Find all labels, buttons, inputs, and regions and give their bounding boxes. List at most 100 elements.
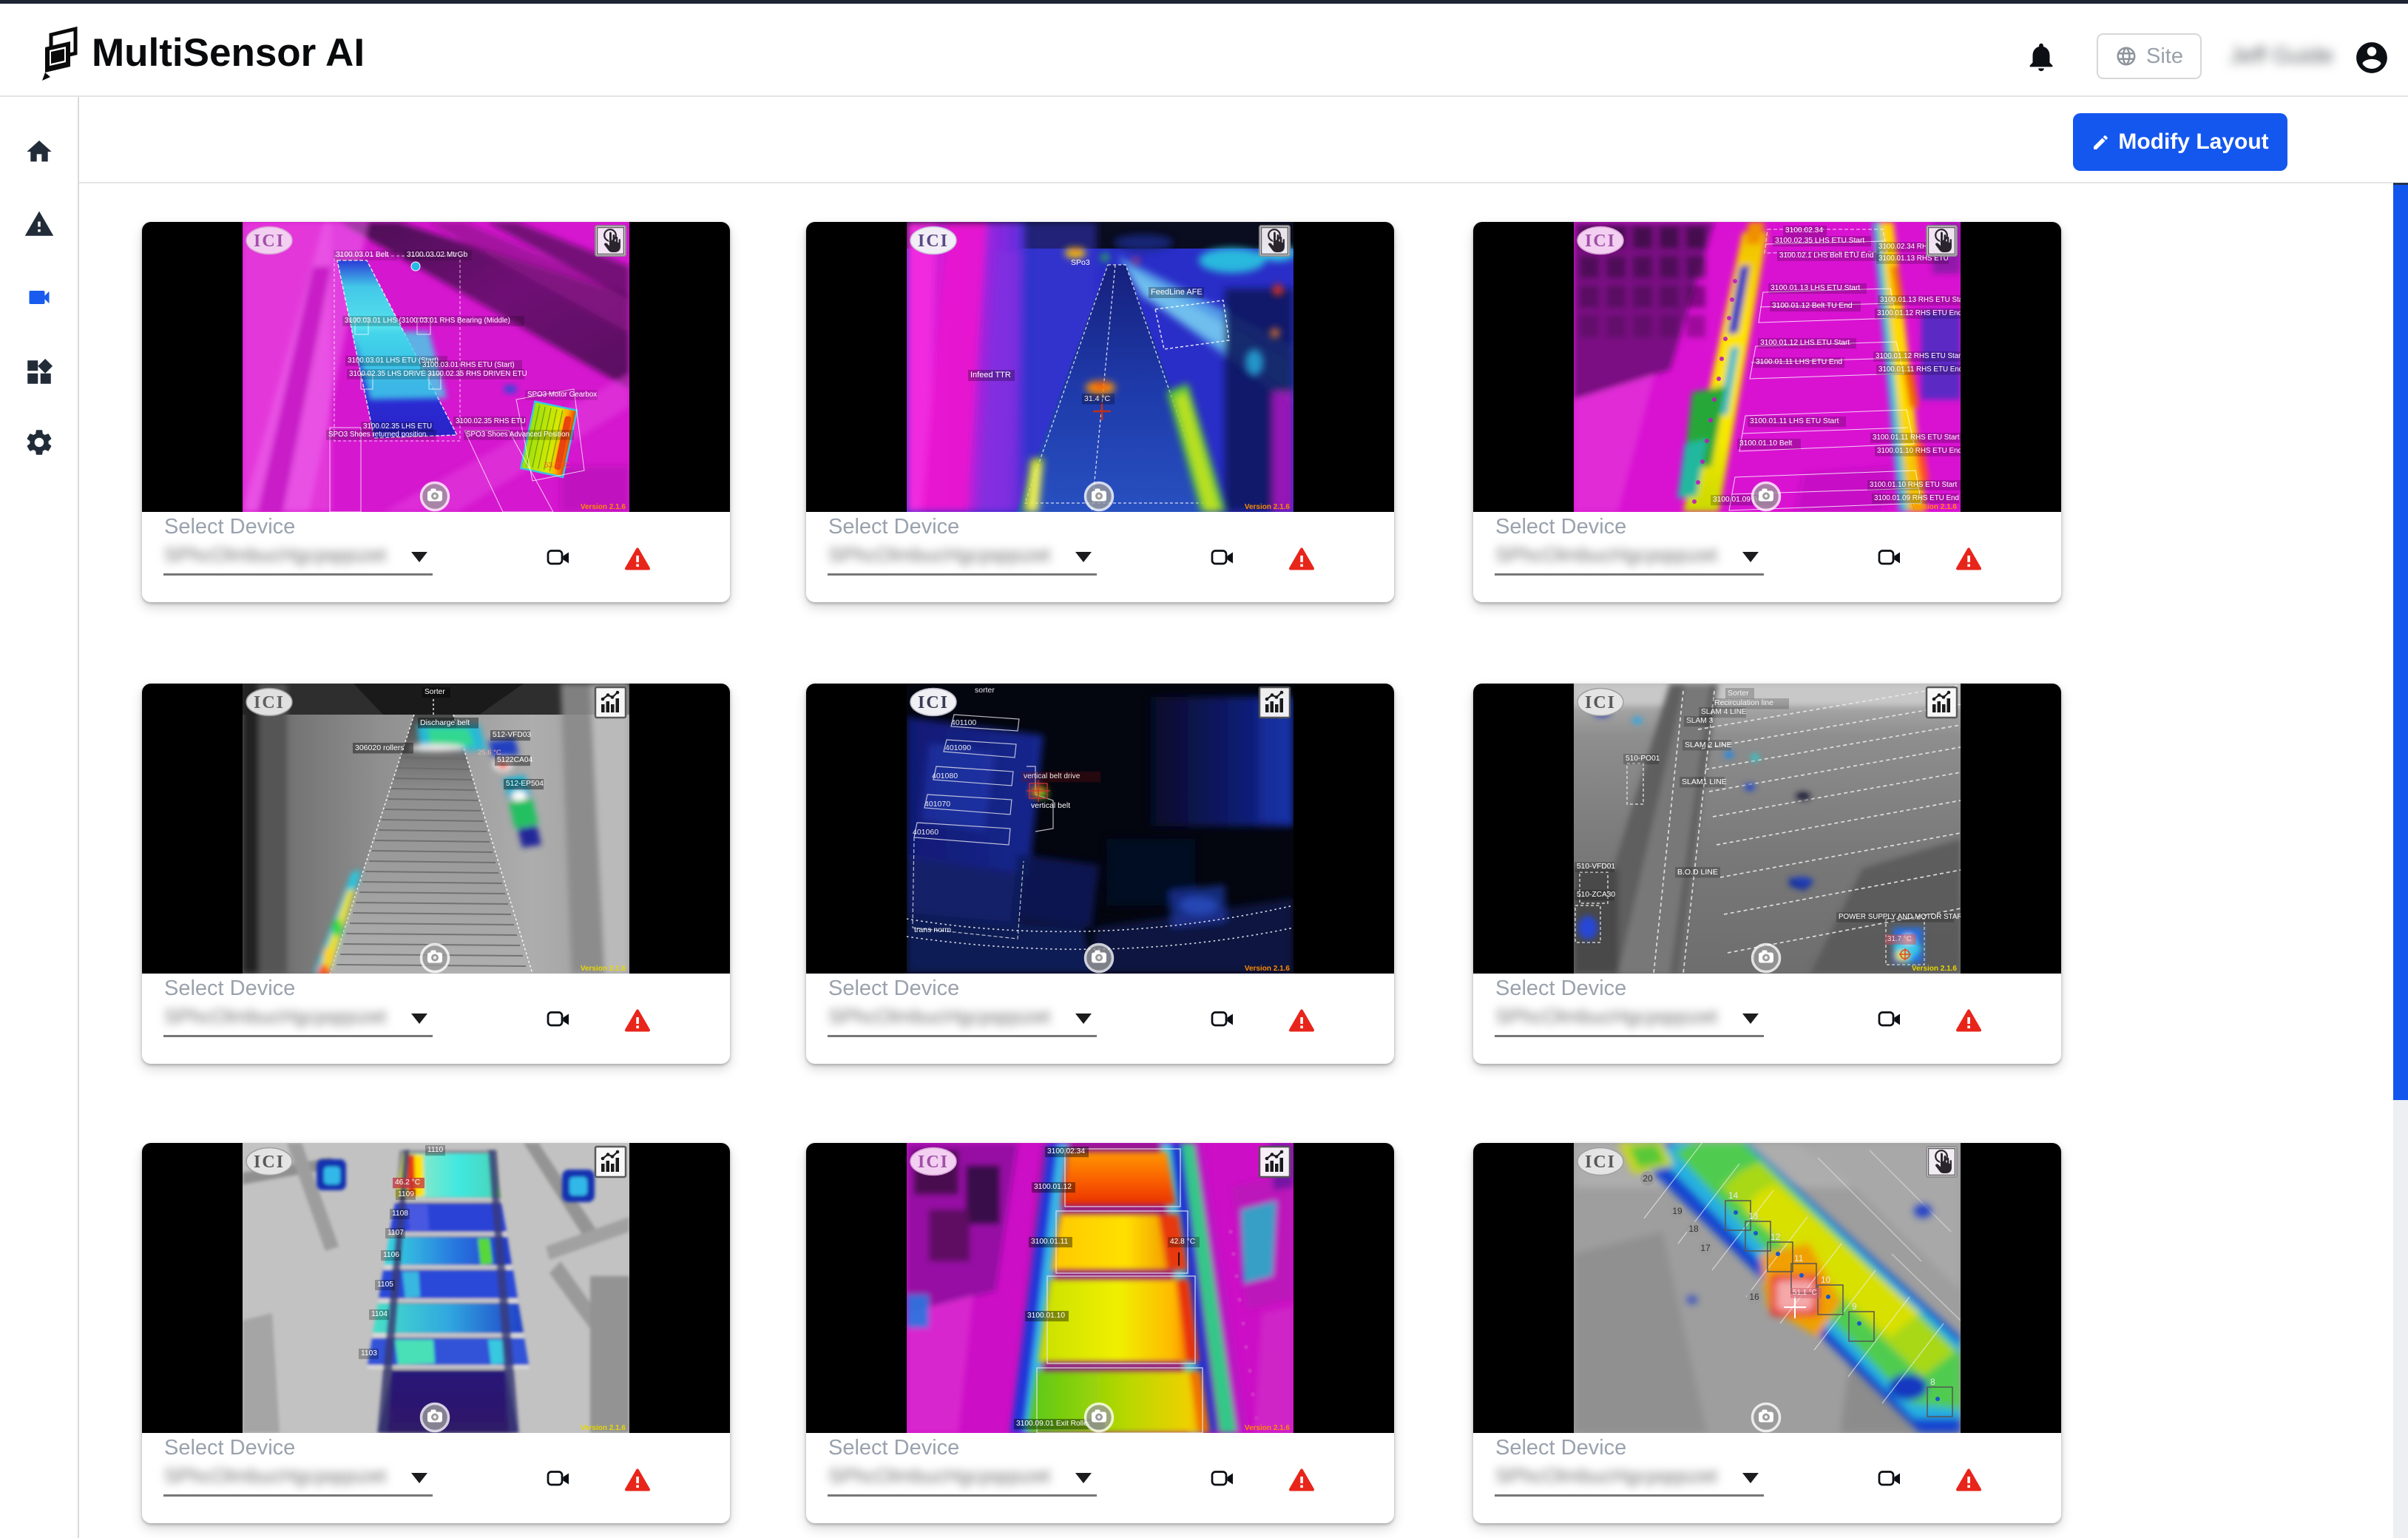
svg-text:ICI: ICI [254,693,285,712]
svg-text:Version 2.1.6: Version 2.1.6 [1245,503,1291,511]
svg-text:3100.01.11 RHS ETU End: 3100.01.11 RHS ETU End [1878,365,1961,374]
svg-text:401090: 401090 [945,743,971,752]
svg-text:13: 13 [1748,1211,1759,1221]
svg-text:Sorter: Sorter [1728,689,1749,698]
svg-text:SPO3 Shoes Advanced Position: SPO3 Shoes Advanced Position [466,431,569,439]
svg-text:1109: 1109 [398,1190,414,1198]
svg-text:3100.01.13 RHS ETU Start: 3100.01.13 RHS ETU Start [1880,296,1961,304]
svg-text:Sorter: Sorter [425,688,445,696]
svg-text:Version 2.1.6: Version 2.1.6 [1912,965,1958,973]
svg-text:3100.01.10: 3100.01.10 [1027,1312,1065,1320]
svg-text:3100.02.35 LHS ETU: 3100.02.35 LHS ETU [363,422,432,431]
svg-text:17: 17 [1700,1243,1711,1253]
svg-text:401070: 401070 [924,800,950,809]
svg-text:3100.03.01 Belt: 3100.03.01 Belt [336,251,389,259]
svg-text:3100.02.35 LHS ETU Start: 3100.02.35 LHS ETU Start [1775,237,1864,245]
svg-text:ICI: ICI [918,232,949,251]
svg-text:512-EP504: 512-EP504 [506,780,544,788]
svg-text:SPo3: SPo3 [1071,258,1090,267]
svg-text:3100.01.11: 3100.01.11 [1031,1238,1069,1246]
svg-text:B.O.D LINE: B.O.D LINE [1677,868,1718,877]
svg-text:510-ZCA30: 510-ZCA30 [1577,891,1615,899]
svg-text:3100.01.12: 3100.01.12 [1034,1183,1072,1191]
svg-text:ICI: ICI [1585,693,1616,712]
svg-text:12: 12 [1771,1232,1781,1242]
svg-text:POWER SUPPLY AND MOTOR STARTER: POWER SUPPLY AND MOTOR STARTER [1839,913,1961,921]
svg-text:SPO3 Shoes returned position: SPO3 Shoes returned position [328,431,426,439]
svg-text:ICI: ICI [1585,232,1616,251]
svg-text:42.8 °C: 42.8 °C [1170,1238,1195,1246]
svg-text:ICI: ICI [1585,1153,1616,1172]
svg-text:3100.03.02 MtrGb: 3100.03.02 MtrGb [407,251,467,259]
svg-text:401060: 401060 [913,828,938,837]
svg-text:1103: 1103 [361,1349,377,1357]
svg-text:1106: 1106 [383,1251,399,1259]
svg-text:510-PO01: 510-PO01 [1626,755,1660,763]
svg-text:Infeed TTR: Infeed TTR [970,371,1011,380]
svg-text:25.6 °C: 25.6 °C [478,749,501,757]
svg-text:Recirculation line: Recirculation line [1714,698,1773,707]
svg-text:3100.09.01 Exit Roller: 3100.09.01 Exit Roller [1016,1420,1091,1428]
svg-text:9: 9 [1852,1301,1857,1312]
svg-text:3100.02.35 RHS ETU: 3100.02.35 RHS ETU [456,417,526,425]
svg-text:1105: 1105 [377,1281,393,1289]
svg-text:3100.01.10 Belt: 3100.01.10 Belt [1739,439,1793,448]
svg-text:SPO3 Motor Gearbox: SPO3 Motor Gearbox [527,391,597,399]
svg-text:14: 14 [1728,1190,1739,1201]
svg-text:SLAM1 LINE: SLAM1 LINE [1682,778,1727,786]
svg-text:ICI: ICI [254,1153,285,1172]
svg-text:306020 rollers: 306020 rollers [355,743,405,752]
svg-text:trans norm: trans norm [914,925,951,934]
svg-text:SLAM 4 LINE: SLAM 4 LINE [1701,708,1747,716]
svg-text:3100.01.11 RHS ETU Start: 3100.01.11 RHS ETU Start [1873,434,1960,442]
svg-text:3100.01.12 RHS ETU End: 3100.01.12 RHS ETU End [1877,309,1961,317]
svg-text:ICI: ICI [918,693,949,712]
svg-text:3100.01.11 LHS ETU Start: 3100.01.11 LHS ETU Start [1750,417,1839,425]
svg-text:510-VFD01: 510-VFD01 [1577,863,1615,871]
svg-text:46.2 °C: 46.2 °C [395,1178,420,1187]
svg-text:3100.01.10 RHS ETU Start: 3100.01.10 RHS ETU Start [1870,481,1957,489]
svg-text:1104: 1104 [371,1310,388,1318]
svg-text:31.4 °C: 31.4 °C [1084,394,1111,403]
svg-text:3100.01.12 Belt TU End: 3100.01.12 Belt TU End [1772,302,1853,310]
svg-text:8: 8 [1930,1377,1935,1387]
svg-text:10: 10 [1821,1275,1831,1285]
svg-text:Version 2.1.6: Version 2.1.6 [581,965,626,973]
svg-text:Version 2.1.6: Version 2.1.6 [1245,1424,1291,1432]
svg-text:3100.02.35 LHS DRIVE 3100.02.3: 3100.02.35 LHS DRIVE 3100.02.35 RHS DRIV… [349,370,527,378]
svg-text:401100: 401100 [951,718,976,727]
svg-text:16: 16 [1749,1292,1759,1302]
svg-text:20: 20 [1643,1173,1653,1184]
svg-text:3100.01.09 RHS ETU End: 3100.01.09 RHS ETU End [1874,494,1959,502]
svg-text:SLAM 2 LINE: SLAM 2 LINE [1685,741,1732,749]
svg-text:Version 2.1.6: Version 2.1.6 [1245,965,1291,973]
svg-text:Version 2.1.6: Version 2.1.6 [1912,503,1958,511]
svg-text:vertical belt: vertical belt [1031,801,1070,810]
svg-text:SLAM 3: SLAM 3 [1686,717,1714,725]
svg-text:3100.01.12 RHS ETU Start: 3100.01.12 RHS ETU Start [1876,352,1961,360]
svg-text:3100.01.10 RHS ETU End: 3100.01.10 RHS ETU End [1877,447,1961,455]
svg-text:3100.02.34: 3100.02.34 [1785,226,1823,235]
svg-text:1110: 1110 [427,1146,443,1154]
svg-text:512-VFD03: 512-VFD03 [493,731,531,739]
svg-text:5122CA04: 5122CA04 [497,756,532,764]
svg-text:401080: 401080 [932,772,958,780]
svg-text:1107: 1107 [388,1229,404,1237]
svg-text:3100.01.12 LHS ETU Start: 3100.01.12 LHS ETU Start [1760,339,1850,347]
svg-text:3100.01.11 LHS ETU End: 3100.01.11 LHS ETU End [1756,358,1842,366]
svg-text:Version 2.1.6: Version 2.1.6 [581,503,626,511]
svg-text:31.7 °C: 31.7 °C [1887,935,1912,943]
svg-text:ICI: ICI [254,232,285,251]
svg-text:Discharge belt: Discharge belt [420,718,470,727]
svg-text:3100.02.34: 3100.02.34 [1047,1147,1085,1156]
svg-text:3100.03.01 LHS (3100.03.01 RHS: 3100.03.01 LHS (3100.03.01 RHS Bearing (… [345,317,510,325]
svg-text:3100.03.01 RHS ETU (Start): 3100.03.01 RHS ETU (Start) [422,361,515,369]
svg-text:51.1 °C: 51.1 °C [1793,1289,1817,1297]
svg-text:11: 11 [1794,1253,1804,1264]
svg-text:vertical belt drive: vertical belt drive [1024,772,1080,780]
svg-text:Version 2.1.6: Version 2.1.6 [581,1424,626,1432]
svg-text:FeedLine AFE: FeedLine AFE [1151,288,1203,297]
svg-text:3100.01.13 LHS ETU Start: 3100.01.13 LHS ETU Start [1771,284,1860,292]
svg-text:19: 19 [1672,1206,1682,1216]
svg-text:18: 18 [1688,1224,1699,1234]
